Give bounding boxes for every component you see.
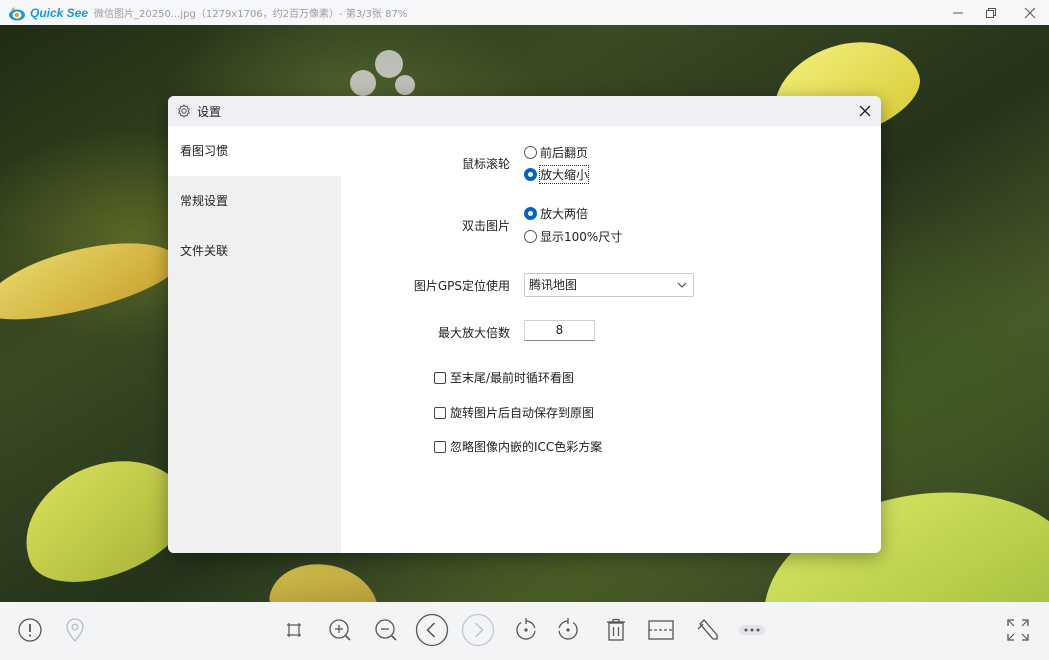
previous-image-button[interactable] [415, 613, 449, 647]
settings-sidebar: 看图习惯 常规设置 文件关联 [168, 126, 341, 553]
close-icon [859, 105, 871, 117]
checkbox[interactable] [434, 406, 446, 419]
settings-dialog: 设置 看图习惯 常规设置 文件关联 鼠标滚轮 前后翻页 放大缩小 双击图片 放大… [168, 96, 881, 553]
gps-map-select[interactable]: 腾讯地图 [524, 273, 694, 297]
delete-icon [607, 618, 625, 641]
gps-label: 图片GPS定位使用 [413, 279, 510, 293]
checkbox-loop-view[interactable]: 至末尾/最前时循环看图 [434, 369, 574, 386]
double-click-label: 双击图片 [461, 219, 510, 233]
radio-button[interactable] [524, 146, 537, 159]
max-zoom-input[interactable]: 8 [524, 320, 595, 341]
location-button[interactable] [60, 615, 90, 645]
crop-icon [648, 620, 674, 640]
photo-blossom [395, 75, 415, 95]
app-name: Quick See [30, 5, 89, 20]
bottom-toolbar [0, 602, 1049, 660]
close-window-button[interactable] [1007, 0, 1049, 25]
crop-button[interactable] [646, 615, 676, 645]
prev-icon [415, 613, 449, 647]
radio-button[interactable] [524, 207, 537, 220]
radio-button[interactable] [524, 168, 537, 181]
dialog-header[interactable]: 设置 [168, 96, 881, 126]
checkbox-ignore-icc[interactable]: 忽略图像内嵌的ICC色彩方案 [434, 438, 602, 455]
next-image-button[interactable] [461, 613, 495, 647]
chevron-down-icon [677, 282, 687, 288]
info-icon [18, 618, 42, 642]
radio-label: 显示100%尺寸 [540, 230, 623, 244]
fit-crop-icon [287, 623, 301, 637]
zoom-out-icon [375, 619, 397, 641]
restore-icon [986, 7, 996, 18]
radio-label: 放大两倍 [540, 207, 589, 221]
sidebar-item-general[interactable]: 常规设置 [168, 176, 341, 226]
max-zoom-label: 最大放大倍数 [437, 326, 510, 340]
radio-actual-size[interactable]: 显示100%尺寸 [524, 228, 622, 245]
next-icon [461, 613, 495, 647]
radio-page-turn[interactable]: 前后翻页 [524, 144, 588, 161]
checkbox-label: 至末尾/最前时循环看图 [450, 371, 575, 385]
radio-zoom-double[interactable]: 放大两倍 [524, 205, 588, 222]
location-pin-icon [66, 618, 84, 642]
rotate-right-icon [558, 618, 578, 640]
radio-label: 前后翻页 [540, 146, 589, 160]
mouse-wheel-label: 鼠标滚轮 [461, 157, 510, 171]
rotate-left-icon [516, 618, 536, 640]
info-button[interactable] [15, 615, 45, 645]
radio-button[interactable] [524, 230, 537, 243]
minimize-icon [953, 12, 963, 13]
edit-icon [697, 619, 718, 640]
delete-button[interactable] [601, 615, 631, 645]
photo-leaf [263, 554, 387, 602]
photo-blossom [350, 70, 376, 96]
window-titlebar[interactable]: Quick See 微信图片_20250...jpg（1279x1706，约2百… [0, 0, 1049, 25]
file-info: 微信图片_20250...jpg（1279x1706，约2百万像素）- 第3/3… [94, 9, 408, 20]
rotate-left-button[interactable] [511, 615, 541, 645]
checkbox[interactable] [434, 371, 446, 384]
photo-leaf [0, 226, 185, 334]
fullscreen-button[interactable] [1003, 615, 1033, 645]
radio-zoom[interactable]: 放大缩小 [524, 165, 590, 184]
zoom-out-button[interactable] [371, 615, 401, 645]
close-icon [1024, 7, 1036, 18]
zoom-in-icon [329, 619, 351, 641]
dialog-title: 设置 [197, 104, 222, 119]
photo-blossom [375, 50, 403, 78]
sidebar-item-viewing-habits[interactable]: 看图习惯 [168, 126, 341, 176]
checkbox-label: 旋转图片后自动保存到原图 [450, 406, 595, 420]
gps-map-value: 腾讯地图 [529, 278, 578, 292]
checkbox-auto-save-rotate[interactable]: 旋转图片后自动保存到原图 [434, 404, 594, 421]
more-button[interactable] [737, 615, 767, 645]
dialog-close-button[interactable] [855, 101, 875, 121]
edit-button[interactable] [693, 615, 723, 645]
checkbox[interactable] [434, 440, 446, 453]
fit-window-button[interactable] [279, 615, 309, 645]
radio-label: 放大缩小 [538, 165, 590, 184]
gear-icon [178, 104, 190, 118]
zoom-in-button[interactable] [325, 615, 355, 645]
more-icon [739, 625, 765, 635]
sidebar-item-file-association[interactable]: 文件关联 [168, 226, 341, 276]
checkbox-label: 忽略图像内嵌的ICC色彩方案 [450, 440, 603, 454]
fullscreen-icon [1007, 619, 1029, 641]
rotate-right-button[interactable] [553, 615, 583, 645]
app-logo-icon [8, 6, 26, 20]
